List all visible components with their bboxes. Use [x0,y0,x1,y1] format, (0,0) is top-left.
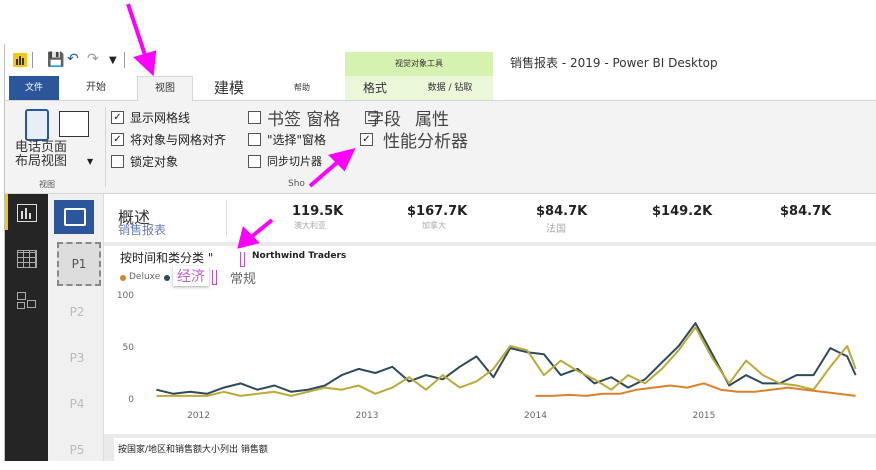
annotation-arrows [126,3,356,249]
